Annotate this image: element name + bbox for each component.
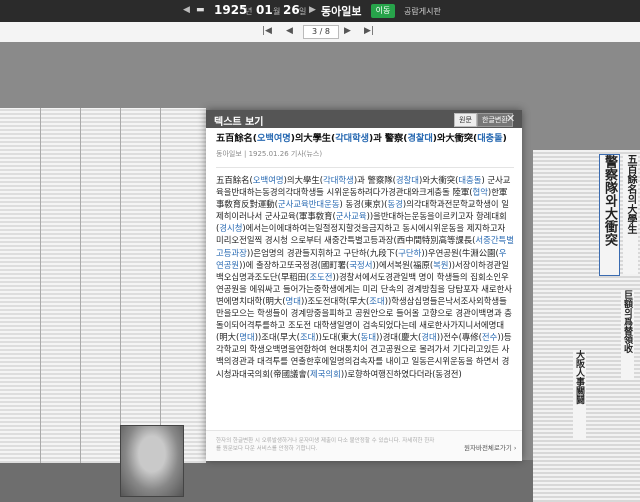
year-unit-label: 년 bbox=[245, 7, 253, 16]
article-title: 五百餘名(오백여명)의大學生(각대학생)과 警察(경찰대)와大衝突(대충돌) bbox=[216, 132, 514, 145]
body-hangul-reading: 동대 bbox=[360, 332, 377, 343]
prev-page-icon[interactable]: ◀ bbox=[286, 26, 293, 36]
body-hangul-reading: 전수 bbox=[481, 332, 498, 343]
calendar-icon[interactable]: ▬ bbox=[196, 5, 205, 15]
title-hangul-reading: 대충돌 bbox=[477, 133, 503, 144]
newspaper-page-left bbox=[0, 108, 206, 463]
year-field[interactable]: 1925 bbox=[214, 3, 247, 17]
next-date-icon[interactable]: ▶ bbox=[309, 5, 316, 15]
body-segment: ))경대(慶大( bbox=[376, 332, 422, 343]
dialog-header: 텍스트 보기 원문 한글변환 ✕ bbox=[206, 110, 522, 128]
divider bbox=[216, 167, 514, 168]
total-pages: 8 bbox=[324, 27, 330, 36]
body-segment: ) 동경(東京)( bbox=[339, 199, 388, 210]
dialog-footer: 한자의 한글변환 시 오류발생하거나 문자미생 제출이 다소 불안정할 수 있습… bbox=[206, 430, 522, 461]
body-hangul-reading: 구단하 bbox=[398, 247, 422, 258]
dialog-title: 텍스트 보기 bbox=[214, 117, 264, 128]
first-page-icon[interactable]: |◀ bbox=[262, 26, 272, 36]
body-hangul-reading: 각대학생 bbox=[322, 175, 354, 185]
body-segment: ))에 출장하고또국정경(國町署( bbox=[239, 259, 350, 270]
body-hangul-reading: 제국의회 bbox=[309, 368, 341, 379]
headline-highlighted[interactable]: 警察隊와大衝突 bbox=[599, 154, 620, 276]
title-segment: )의大學生( bbox=[290, 133, 336, 144]
body-hangul-reading: 조대 bbox=[299, 332, 316, 343]
body-segment: ))도대(東大( bbox=[315, 332, 361, 343]
body-hangul-reading: 경대 bbox=[421, 332, 437, 343]
next-page-icon[interactable]: ▶ bbox=[344, 26, 351, 36]
body-hangul-reading: 군사교육반대운동 bbox=[277, 199, 340, 210]
body-segment: )와大衝突( bbox=[418, 175, 459, 185]
dialog-body: 五百餘名(오백여명)의大學生(각대학생)과 警察(경찰대)와大衝突(대충돌) 동… bbox=[216, 132, 514, 380]
close-icon[interactable]: ✕ bbox=[506, 112, 515, 125]
headline-main[interactable]: 五百餘名의大學生 bbox=[623, 154, 638, 274]
title-segment: )와大衝突( bbox=[432, 133, 478, 144]
page-separator: / bbox=[319, 27, 323, 36]
page-indicator[interactable]: 3 / 8 bbox=[303, 25, 339, 39]
body-segment: )에서는이에대하여는일절정지할것을금지하고 동시에시위운동을 제지하고자 미리오… bbox=[216, 223, 506, 246]
day-field[interactable]: 26 bbox=[283, 3, 300, 17]
board-link[interactable]: 공람게시판 bbox=[404, 6, 441, 17]
body-segment: ))에서복원(福原( bbox=[372, 259, 434, 270]
day-unit-label: 일 bbox=[299, 7, 307, 16]
body-hangul-reading: 대충돌 bbox=[458, 175, 482, 185]
footer-note: 한자의 한글변환 시 오류발생하거나 문자미생 제출이 다소 불안정할 수 있습… bbox=[216, 438, 435, 452]
top-toolbar: ◀ ▬ 1925 년 01 월 26 일 ▶ 동아일보 ▾ 이동 공람게시판 bbox=[0, 0, 640, 22]
body-hangul-reading: 명대 bbox=[239, 332, 255, 343]
body-segment: )과 警察隊( bbox=[353, 175, 396, 185]
body-hangul-reading: 경찰대 bbox=[395, 175, 419, 185]
body-segment: ))은엄명의 경관들지휘하고 구단하(九段下( bbox=[246, 247, 399, 258]
prev-date-icon[interactable]: ◀ bbox=[183, 5, 190, 15]
article-subtitle: 동아일보 | 1925.01.26 기사(뉴스) bbox=[216, 150, 323, 158]
current-page: 3 bbox=[312, 27, 318, 36]
body-hangul-reading: 명대 bbox=[285, 295, 301, 306]
body-hangul-reading: 협악 bbox=[472, 187, 488, 198]
go-button[interactable]: 이동 bbox=[371, 4, 395, 18]
body-hangul-reading: 오백여명 bbox=[252, 175, 284, 185]
newspaper-page-right: 五百餘名의大學生 警察隊와大衝突 巨額의爲替領收 大阪人事關鬪 bbox=[533, 150, 640, 502]
body-hangul-reading: 군사교육 bbox=[335, 211, 367, 222]
body-segment: )의大學生( bbox=[283, 175, 323, 185]
title-segment: )과 警察( bbox=[369, 133, 408, 144]
full-text-link[interactable]: 원자바전체로가기 › bbox=[464, 442, 517, 452]
headline-tertiary: 大阪人事關鬪 bbox=[573, 350, 586, 440]
title-segment: 五百餘名( bbox=[216, 133, 257, 144]
body-hangul-reading: 조도전 bbox=[309, 271, 333, 282]
body-hangul-reading: 동경 bbox=[387, 199, 403, 210]
body-segment: 五百餘名( bbox=[216, 175, 253, 185]
body-hangul-reading: 복원 bbox=[433, 259, 449, 270]
body-hangul-reading: 경시청 bbox=[219, 223, 243, 234]
body-segment: ))조대(早大( bbox=[254, 332, 300, 343]
original-text-button[interactable]: 원문 bbox=[454, 113, 477, 127]
month-field[interactable]: 01 bbox=[256, 3, 273, 17]
headline-secondary: 巨額의爲替領收 bbox=[621, 290, 634, 380]
page-navigation: |◀ ◀ 3 / 8 ▶ ▶| bbox=[0, 22, 640, 43]
month-unit-label: 월 bbox=[273, 7, 281, 16]
title-hangul-reading: 오백여명 bbox=[256, 133, 291, 144]
article-text: 五百餘名(오백여명)의大學生(각대학생)과 警察隊(경찰대)와大衝突(대충돌 ) … bbox=[216, 174, 514, 380]
title-hangul-reading: 경찰대 bbox=[407, 133, 433, 144]
body-segment: ))조도전대학(早大( bbox=[300, 295, 370, 306]
newspaper-photo bbox=[120, 425, 184, 497]
title-segment: ) bbox=[502, 133, 507, 144]
body-segment: ))전수(專修( bbox=[436, 332, 482, 343]
last-page-icon[interactable]: ▶| bbox=[364, 26, 374, 36]
body-hangul-reading: 조대 bbox=[369, 295, 385, 306]
text-view-dialog: 텍스트 보기 원문 한글변환 ✕ 五百餘名(오백여명)의大學生(각대학생)과 警… bbox=[206, 110, 522, 461]
body-hangul-reading: 국정서 bbox=[349, 259, 373, 270]
body-segment: ))우연공원(牛淵公園( bbox=[421, 247, 499, 258]
chevron-down-icon[interactable]: ▾ bbox=[354, 6, 358, 15]
body-segment: ))로향하여행진하였다더라(동경전) bbox=[340, 368, 462, 379]
title-hangul-reading: 각대학생 bbox=[335, 133, 369, 144]
